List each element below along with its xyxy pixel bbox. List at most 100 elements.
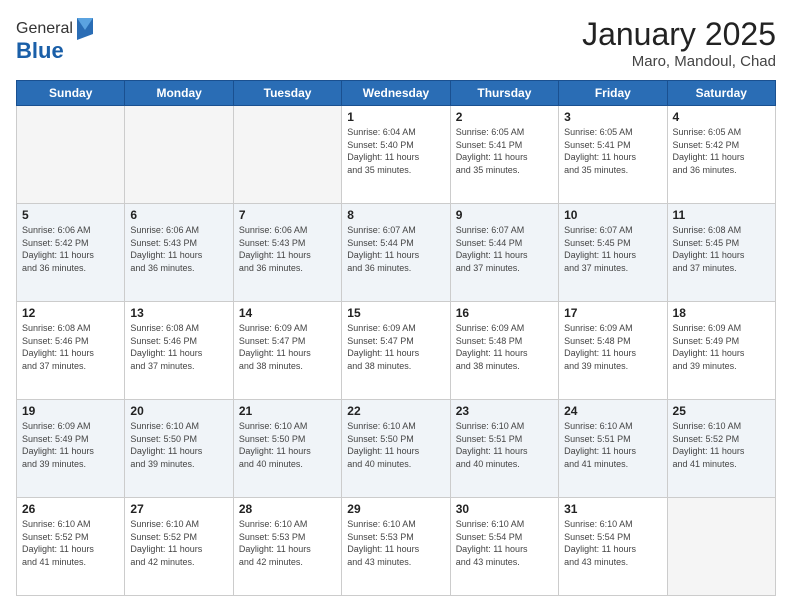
- day-number: 1: [347, 110, 444, 124]
- month-title: January 2025: [582, 16, 776, 53]
- day-number: 23: [456, 404, 553, 418]
- day-number: 7: [239, 208, 336, 222]
- day-cell: 28Sunrise: 6:10 AM Sunset: 5:53 PM Dayli…: [233, 498, 341, 596]
- day-number: 28: [239, 502, 336, 516]
- logo: General Blue: [16, 16, 95, 64]
- day-detail: Sunrise: 6:09 AM Sunset: 5:49 PM Dayligh…: [673, 322, 770, 372]
- day-detail: Sunrise: 6:10 AM Sunset: 5:50 PM Dayligh…: [347, 420, 444, 470]
- day-detail: Sunrise: 6:10 AM Sunset: 5:53 PM Dayligh…: [347, 518, 444, 568]
- week-row-5: 26 Sunrise: 6:10 AM Sunset: 5:52 PM Dayli…: [17, 498, 776, 596]
- day-cell: [233, 106, 341, 204]
- day-cell: 2Sunrise: 6:05 AM Sunset: 5:41 PM Daylig…: [450, 106, 558, 204]
- day-cell: 22Sunrise: 6:10 AM Sunset: 5:50 PM Dayli…: [342, 400, 450, 498]
- day-number: 3: [564, 110, 661, 124]
- day-detail: Sunrise: 6:05 AM Sunset: 5:41 PM Dayligh…: [456, 126, 553, 176]
- day-detail: Sunrise: 6:07 AM Sunset: 5:44 PM Dayligh…: [347, 224, 444, 274]
- day-detail: Sunrise: 6:09 AM Sunset: 5:49 PM Dayligh…: [22, 420, 119, 470]
- day-detail: Sunrise: 6:10 AM Sunset: 5:50 PM Dayligh…: [239, 420, 336, 470]
- day-cell: 4Sunrise: 6:05 AM Sunset: 5:42 PM Daylig…: [667, 106, 775, 204]
- day-number: 17: [564, 306, 661, 320]
- day-cell: 17 Sunrise: 6:09 AM Sunset: 5:48 PM Dayli…: [559, 302, 667, 400]
- day-detail: Sunrise: 6:06 AM Sunset: 5:42 PM Dayligh…: [22, 224, 119, 274]
- day-cell: 26 Sunrise: 6:10 AM Sunset: 5:52 PM Dayli…: [17, 498, 125, 596]
- day-number: 12: [22, 306, 119, 320]
- day-detail: Sunrise: 6:10 AM Sunset: 5:52 PM Dayligh…: [22, 518, 119, 568]
- day-cell: 21 Sunrise: 6:10 AM Sunset: 5:50 PM Dayli…: [233, 400, 341, 498]
- day-cell: 15 Sunrise: 6:09 AM Sunset: 5:47 PM Dayli…: [342, 302, 450, 400]
- day-detail: Sunrise: 6:04 AM Sunset: 5:40 PM Dayligh…: [347, 126, 444, 176]
- day-number: 5: [22, 208, 119, 222]
- day-number: 8: [347, 208, 444, 222]
- weekday-header-row: SundayMondayTuesdayWednesdayThursdayFrid…: [17, 81, 776, 106]
- day-cell: 24 Sunrise: 6:10 AM Sunset: 5:51 PM Dayli…: [559, 400, 667, 498]
- day-detail: Sunrise: 6:10 AM Sunset: 5:54 PM Dayligh…: [564, 518, 661, 568]
- day-detail: Sunrise: 6:08 AM Sunset: 5:45 PM Dayligh…: [673, 224, 770, 274]
- weekday-header-monday: Monday: [125, 81, 233, 106]
- day-number: 6: [130, 208, 227, 222]
- location: Maro, Mandoul, Chad: [582, 53, 776, 70]
- day-cell: 7 Sunrise: 6:06 AM Sunset: 5:43 PM Daylig…: [233, 204, 341, 302]
- day-number: 21: [239, 404, 336, 418]
- day-detail: Sunrise: 6:10 AM Sunset: 5:51 PM Dayligh…: [564, 420, 661, 470]
- day-number: 29: [347, 502, 444, 516]
- weekday-header-tuesday: Tuesday: [233, 81, 341, 106]
- week-row-4: 19Sunrise: 6:09 AM Sunset: 5:49 PM Dayli…: [17, 400, 776, 498]
- calendar-table: SundayMondayTuesdayWednesdayThursdayFrid…: [16, 80, 776, 596]
- day-number: 27: [130, 502, 227, 516]
- day-cell: 9Sunrise: 6:07 AM Sunset: 5:44 PM Daylig…: [450, 204, 558, 302]
- day-detail: Sunrise: 6:09 AM Sunset: 5:48 PM Dayligh…: [564, 322, 661, 372]
- day-detail: Sunrise: 6:10 AM Sunset: 5:51 PM Dayligh…: [456, 420, 553, 470]
- weekday-header-saturday: Saturday: [667, 81, 775, 106]
- weekday-header-sunday: Sunday: [17, 81, 125, 106]
- day-detail: Sunrise: 6:06 AM Sunset: 5:43 PM Dayligh…: [239, 224, 336, 274]
- day-number: 18: [673, 306, 770, 320]
- weekday-header-thursday: Thursday: [450, 81, 558, 106]
- day-number: 26: [22, 502, 119, 516]
- day-detail: Sunrise: 6:10 AM Sunset: 5:52 PM Dayligh…: [673, 420, 770, 470]
- day-number: 4: [673, 110, 770, 124]
- day-cell: 18 Sunrise: 6:09 AM Sunset: 5:49 PM Dayli…: [667, 302, 775, 400]
- week-row-2: 5 Sunrise: 6:06 AM Sunset: 5:42 PM Daylig…: [17, 204, 776, 302]
- day-detail: Sunrise: 6:08 AM Sunset: 5:46 PM Dayligh…: [130, 322, 227, 372]
- day-detail: Sunrise: 6:09 AM Sunset: 5:48 PM Dayligh…: [456, 322, 553, 372]
- day-cell: 29 Sunrise: 6:10 AM Sunset: 5:53 PM Dayli…: [342, 498, 450, 596]
- day-number: 31: [564, 502, 661, 516]
- day-detail: Sunrise: 6:09 AM Sunset: 5:47 PM Dayligh…: [347, 322, 444, 372]
- day-cell: 5 Sunrise: 6:06 AM Sunset: 5:42 PM Daylig…: [17, 204, 125, 302]
- day-detail: Sunrise: 6:08 AM Sunset: 5:46 PM Dayligh…: [22, 322, 119, 372]
- page: General Blue January 2025 Maro, Mandoul,…: [0, 0, 792, 612]
- day-number: 11: [673, 208, 770, 222]
- day-number: 30: [456, 502, 553, 516]
- day-cell: 19Sunrise: 6:09 AM Sunset: 5:49 PM Dayli…: [17, 400, 125, 498]
- day-cell: 11 Sunrise: 6:08 AM Sunset: 5:45 PM Dayli…: [667, 204, 775, 302]
- day-detail: Sunrise: 6:10 AM Sunset: 5:54 PM Dayligh…: [456, 518, 553, 568]
- day-cell: 12 Sunrise: 6:08 AM Sunset: 5:46 PM Dayli…: [17, 302, 125, 400]
- day-cell: 13 Sunrise: 6:08 AM Sunset: 5:46 PM Dayli…: [125, 302, 233, 400]
- day-number: 15: [347, 306, 444, 320]
- day-number: 9: [456, 208, 553, 222]
- day-detail: Sunrise: 6:05 AM Sunset: 5:41 PM Dayligh…: [564, 126, 661, 176]
- day-number: 13: [130, 306, 227, 320]
- weekday-header-friday: Friday: [559, 81, 667, 106]
- day-detail: Sunrise: 6:10 AM Sunset: 5:52 PM Dayligh…: [130, 518, 227, 568]
- day-cell: 8 Sunrise: 6:07 AM Sunset: 5:44 PM Daylig…: [342, 204, 450, 302]
- day-cell: 23 Sunrise: 6:10 AM Sunset: 5:51 PM Dayli…: [450, 400, 558, 498]
- day-number: 25: [673, 404, 770, 418]
- day-cell: [125, 106, 233, 204]
- day-cell: 1 Sunrise: 6:04 AM Sunset: 5:40 PM Daylig…: [342, 106, 450, 204]
- day-cell: 31 Sunrise: 6:10 AM Sunset: 5:54 PM Dayli…: [559, 498, 667, 596]
- day-cell: 27 Sunrise: 6:10 AM Sunset: 5:52 PM Dayli…: [125, 498, 233, 596]
- day-detail: Sunrise: 6:10 AM Sunset: 5:50 PM Dayligh…: [130, 420, 227, 470]
- day-number: 20: [130, 404, 227, 418]
- day-number: 24: [564, 404, 661, 418]
- week-row-1: 1 Sunrise: 6:04 AM Sunset: 5:40 PM Daylig…: [17, 106, 776, 204]
- day-cell: 30 Sunrise: 6:10 AM Sunset: 5:54 PM Dayli…: [450, 498, 558, 596]
- day-number: 10: [564, 208, 661, 222]
- day-cell: 6Sunrise: 6:06 AM Sunset: 5:43 PM Daylig…: [125, 204, 233, 302]
- day-cell: 10Sunrise: 6:07 AM Sunset: 5:45 PM Dayli…: [559, 204, 667, 302]
- day-cell: [17, 106, 125, 204]
- day-detail: Sunrise: 6:09 AM Sunset: 5:47 PM Dayligh…: [239, 322, 336, 372]
- day-cell: 16Sunrise: 6:09 AM Sunset: 5:48 PM Dayli…: [450, 302, 558, 400]
- day-cell: 14Sunrise: 6:09 AM Sunset: 5:47 PM Dayli…: [233, 302, 341, 400]
- header: General Blue January 2025 Maro, Mandoul,…: [16, 16, 776, 70]
